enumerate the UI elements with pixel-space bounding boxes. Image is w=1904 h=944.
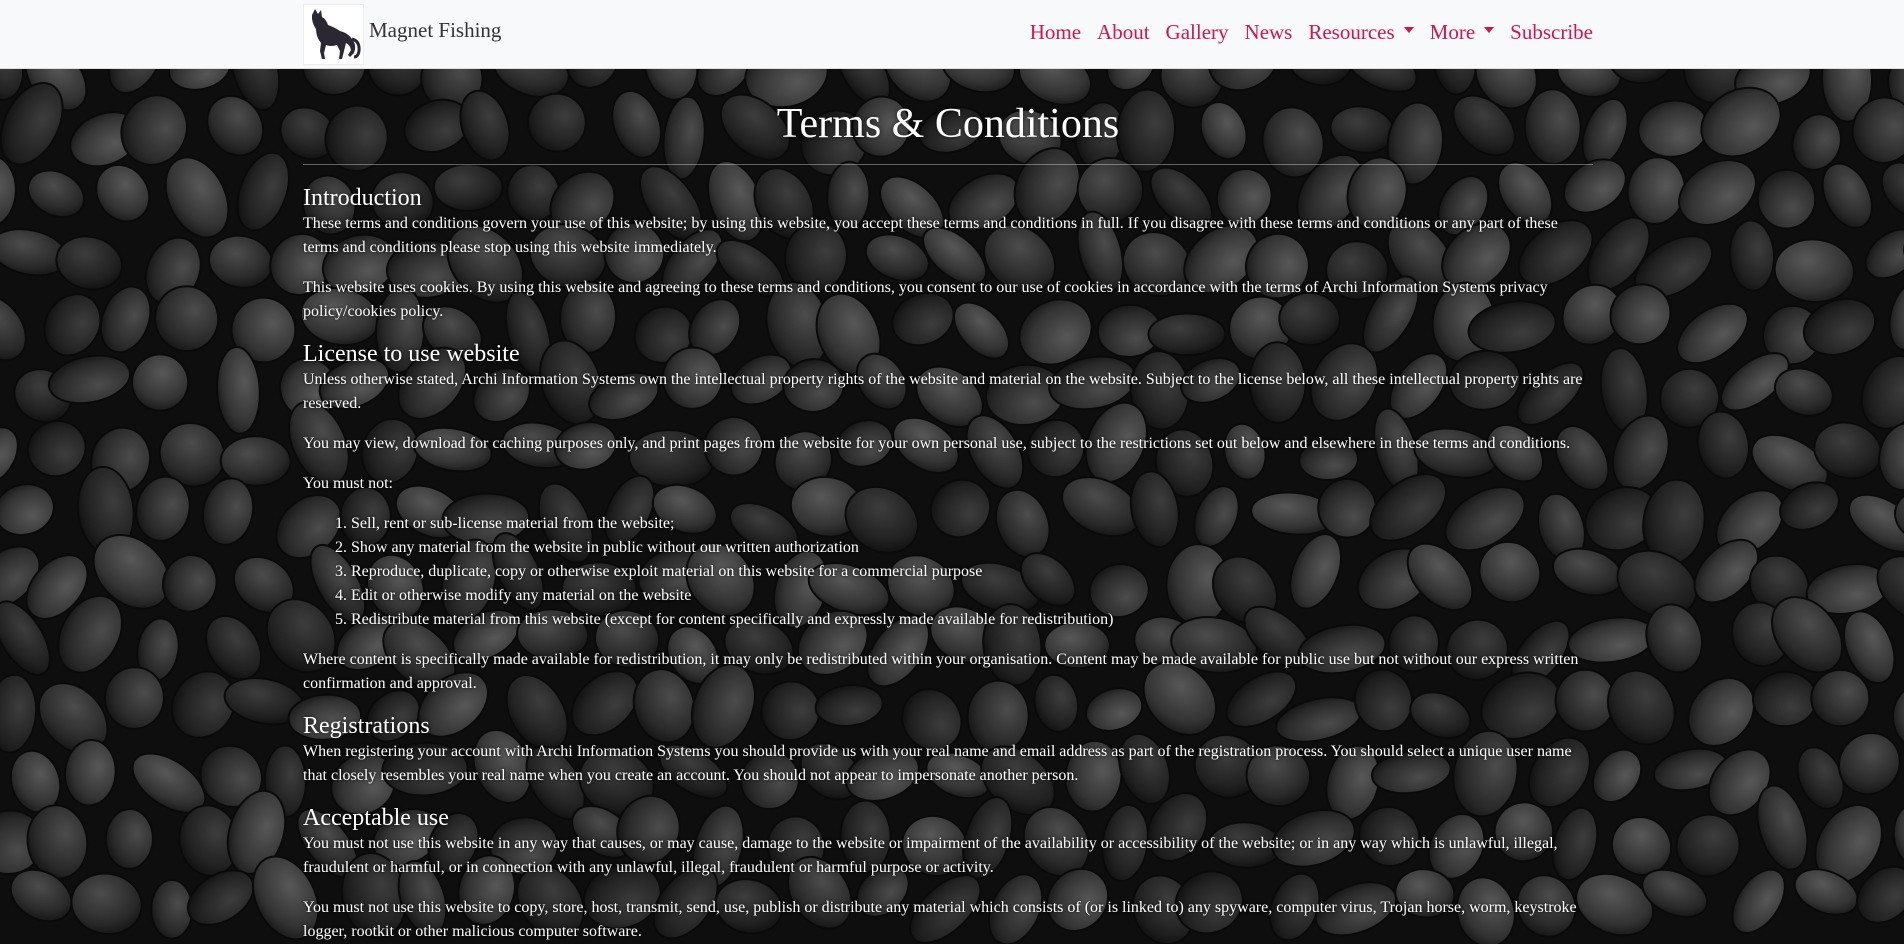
nav-about-link[interactable]: About	[1097, 20, 1150, 45]
registrations-paragraph-1: When registering your account with Archi…	[303, 743, 1572, 784]
list-item: Sell, rent or sub-license material from …	[351, 512, 1593, 536]
terms-content: Terms & Conditions Introduction These te…	[303, 69, 1593, 944]
license-paragraph-1: Unless otherwise stated, Archi Informati…	[303, 371, 1583, 412]
nav-more-label: More	[1429, 20, 1476, 44]
cat-logo-icon	[303, 3, 364, 65]
title-divider	[303, 164, 1593, 165]
acceptable-use-paragraph-1: You must not use this website in any way…	[303, 835, 1558, 876]
license-heading: License to use website	[303, 341, 520, 367]
nav-resources-label: Resources	[1308, 20, 1395, 44]
nav-news-link[interactable]: News	[1245, 20, 1293, 45]
list-item: Edit or otherwise modify any material on…	[351, 584, 1593, 608]
brand-name: Magnet Fishing	[369, 17, 502, 42]
registrations-heading: Registrations	[303, 713, 430, 739]
nav-resources-dropdown[interactable]: Resources	[1308, 20, 1414, 45]
license-paragraph-3: You must not:	[303, 475, 393, 492]
acceptable-use-heading: Acceptable use	[303, 805, 449, 831]
caret-down-icon	[1403, 26, 1414, 33]
acceptable-use-paragraph-2: You must not use this website to copy, s…	[303, 899, 1577, 940]
nav-menu: Home About Gallery News Resources More S…	[1030, 20, 1593, 45]
introduction-heading: Introduction	[303, 185, 422, 211]
license-paragraph-4: Where content is specifically made avail…	[303, 651, 1579, 692]
navbar: Magnet Fishing Home About Gallery News R…	[0, 0, 1904, 69]
list-item: Reproduce, duplicate, copy or otherwise …	[351, 560, 1593, 584]
list-item: Redistribute material from this website …	[351, 608, 1593, 632]
license-paragraph-2: You may view, download for caching purpo…	[303, 435, 1571, 452]
restrictions-list: Sell, rent or sub-license material from …	[303, 512, 1593, 632]
nav-subscribe-link[interactable]: Subscribe	[1510, 20, 1593, 45]
page-title: Terms & Conditions	[776, 101, 1120, 147]
introduction-paragraph-2: This website uses cookies. By using this…	[303, 279, 1548, 320]
introduction-paragraph-1: These terms and conditions govern your u…	[303, 215, 1558, 256]
list-item: Show any material from the website in pu…	[351, 536, 1593, 560]
nav-home-link[interactable]: Home	[1030, 20, 1081, 45]
nav-more-dropdown[interactable]: More	[1430, 20, 1495, 45]
brand-link[interactable]: Magnet Fishing	[303, 3, 501, 65]
caret-down-icon	[1484, 26, 1495, 33]
nav-gallery-link[interactable]: Gallery	[1166, 20, 1229, 45]
